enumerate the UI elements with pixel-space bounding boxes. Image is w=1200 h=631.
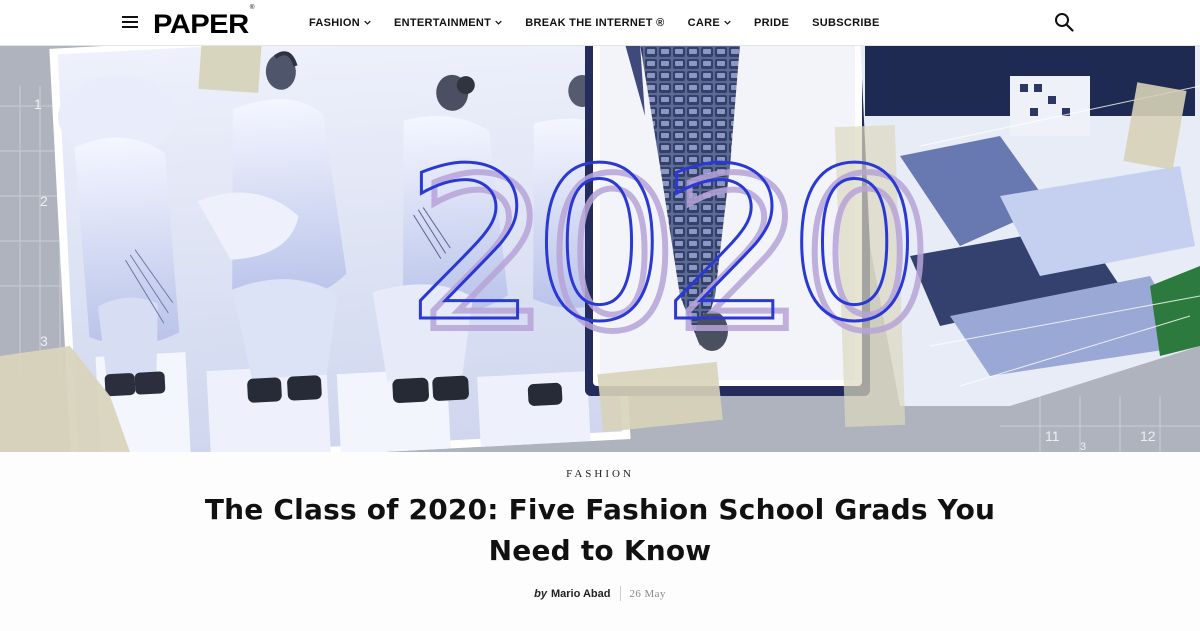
hero-image[interactable]: 1 4 2 3 11 12 3 bbox=[0, 46, 1200, 452]
search-icon[interactable] bbox=[1054, 12, 1074, 32]
article-category[interactable]: FASHION bbox=[0, 468, 1200, 480]
byline-divider bbox=[619, 586, 621, 601]
nav-item-label[interactable]: CARE bbox=[688, 17, 720, 29]
ruler-label: 11 bbox=[1045, 428, 1060, 444]
byline-prefix: by bbox=[534, 587, 547, 600]
nav-item-label[interactable]: SUBSCRIBE bbox=[812, 17, 880, 29]
nav-item-label[interactable]: BREAK THE INTERNET ® bbox=[525, 17, 664, 29]
article-title[interactable]: The Class of 2020: Five Fashion School G… bbox=[200, 489, 1000, 571]
hero-2020-overlay: 2020 2020 bbox=[404, 122, 938, 382]
ruler-label: 2 bbox=[40, 193, 48, 209]
main-nav: FASHION ENTERTAINMENT BREAK THE INTERNET… bbox=[309, 0, 903, 46]
nav-item-label[interactable]: FASHION bbox=[309, 17, 360, 29]
ruler-label: 3 bbox=[40, 333, 48, 349]
logo-text[interactable]: PAPER bbox=[153, 9, 249, 39]
chevron-down-icon[interactable] bbox=[364, 19, 371, 26]
hero-collage: 1 4 2 3 11 12 3 bbox=[0, 46, 1200, 452]
ruler-label: 12 bbox=[1140, 428, 1156, 444]
site-header: PAPER® FASHION ENTERTAINMENT BREAK THE I… bbox=[0, 0, 1200, 46]
nav-item-entertainment[interactable]: ENTERTAINMENT bbox=[394, 17, 502, 29]
logo-registered-mark: ® bbox=[249, 5, 255, 11]
overlay-2020-outline: 2020 bbox=[405, 123, 915, 368]
chevron-down-icon[interactable] bbox=[495, 19, 502, 26]
ruler-label: 1 bbox=[34, 96, 42, 112]
nav-item-label[interactable]: ENTERTAINMENT bbox=[394, 17, 491, 29]
author-link[interactable]: Mario Abad bbox=[551, 588, 611, 600]
publish-date: 26 May bbox=[629, 587, 666, 600]
chevron-down-icon[interactable] bbox=[724, 19, 731, 26]
nav-item-care[interactable]: CARE bbox=[688, 17, 731, 29]
hamburger-icon[interactable] bbox=[122, 15, 138, 29]
article-header: FASHION The Class of 2020: Five Fashion … bbox=[0, 452, 1200, 631]
byline: by Mario Abad 26 May bbox=[0, 586, 1200, 601]
ruler-label: 3 bbox=[1080, 441, 1086, 452]
nav-item-break-the-internet[interactable]: BREAK THE INTERNET ® bbox=[525, 17, 664, 29]
nav-item-pride[interactable]: PRIDE bbox=[754, 17, 789, 29]
nav-item-label[interactable]: PRIDE bbox=[754, 17, 789, 29]
nav-item-fashion[interactable]: FASHION bbox=[309, 17, 371, 29]
paper-logo[interactable]: PAPER® bbox=[153, 5, 255, 39]
nav-item-subscribe[interactable]: SUBSCRIBE bbox=[812, 17, 880, 29]
